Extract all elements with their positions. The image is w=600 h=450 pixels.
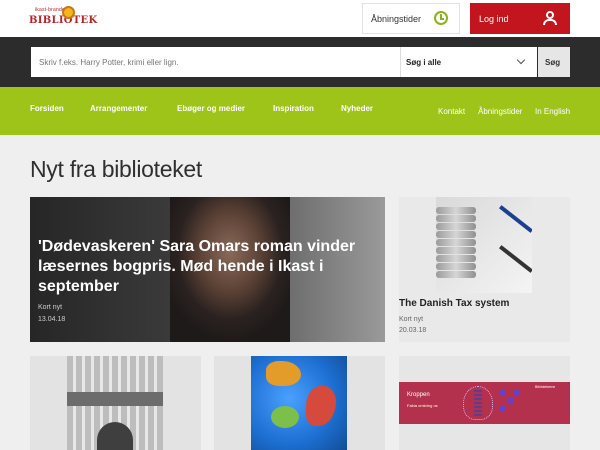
hero-date: 13.04.18 bbox=[38, 316, 66, 323]
hero-title[interactable]: 'Dødevaskeren' Sara Omars roman vinder l… bbox=[38, 237, 363, 297]
library-logo[interactable]: ikast-brande BIBLIOTEK bbox=[29, 5, 97, 31]
search-button-label: Søg bbox=[545, 58, 561, 67]
anatomy-figure-icon bbox=[463, 386, 493, 420]
search-input[interactable] bbox=[31, 47, 400, 77]
book-cover-brand: Bibliotekerne bbox=[535, 385, 556, 389]
search-scope-value: Søg i alle bbox=[406, 58, 442, 67]
library-building-image bbox=[67, 356, 163, 450]
nav-item-eboger[interactable]: Ebøger og medier bbox=[177, 104, 245, 113]
login-button[interactable]: Log ind bbox=[470, 3, 570, 34]
search-bar: Søg i alle Søg bbox=[0, 37, 600, 87]
book-cover-title: Kroppen bbox=[407, 392, 430, 398]
card-date: 20.03.18 bbox=[399, 327, 427, 334]
book-cover-subtitle: Fakta omkring os bbox=[407, 403, 438, 408]
book-cover-image: Kroppen Fakta omkring os Bibliotekerne bbox=[399, 356, 570, 450]
hero-type: Kort nyt bbox=[38, 304, 63, 311]
chevron-down-icon bbox=[516, 55, 526, 65]
news-card-globe[interactable] bbox=[214, 356, 385, 450]
nav-item-forsiden[interactable]: Forsiden bbox=[30, 104, 64, 113]
card-title[interactable]: The Danish Tax system bbox=[399, 298, 509, 309]
opening-hours-label: Åbningstider bbox=[371, 14, 422, 24]
nav-item-english[interactable]: In English bbox=[535, 107, 570, 116]
top-header: ikast-brande BIBLIOTEK Åbningstider Log … bbox=[0, 0, 600, 37]
nav-item-inspiration[interactable]: Inspiration bbox=[273, 104, 314, 113]
main-navigation: Forsiden Arrangementer Ebøger og medier … bbox=[0, 87, 600, 135]
search-scope-select[interactable]: Søg i alle bbox=[400, 47, 537, 77]
news-card-library[interactable] bbox=[30, 356, 201, 450]
opening-hours-button[interactable]: Åbningstider bbox=[362, 3, 460, 34]
nav-item-kontakt[interactable]: Kontakt bbox=[438, 107, 465, 116]
nav-item-arrangementer[interactable]: Arrangementer bbox=[90, 104, 147, 113]
logo-small-text: ikast-brande bbox=[35, 7, 65, 13]
nav-item-nyheder[interactable]: Nyheder bbox=[341, 104, 373, 113]
hero-news-card[interactable]: 'Dødevaskeren' Sara Omars roman vinder l… bbox=[30, 197, 385, 342]
nav-item-abningstider[interactable]: Åbningstider bbox=[478, 107, 522, 116]
search-button[interactable]: Søg bbox=[538, 47, 570, 77]
coins-image bbox=[436, 197, 532, 293]
logo-sun-icon bbox=[62, 6, 75, 19]
globe-image bbox=[251, 356, 347, 450]
clock-icon bbox=[434, 11, 448, 25]
card-type: Kort nyt bbox=[399, 316, 424, 323]
news-card-tax[interactable]: The Danish Tax system Kort nyt 20.03.18 bbox=[399, 197, 570, 342]
page-title: Nyt fra biblioteket bbox=[30, 156, 202, 182]
user-icon bbox=[543, 11, 557, 25]
news-card-book[interactable]: Kroppen Fakta omkring os Bibliotekerne bbox=[399, 356, 570, 450]
login-label: Log ind bbox=[479, 14, 509, 24]
